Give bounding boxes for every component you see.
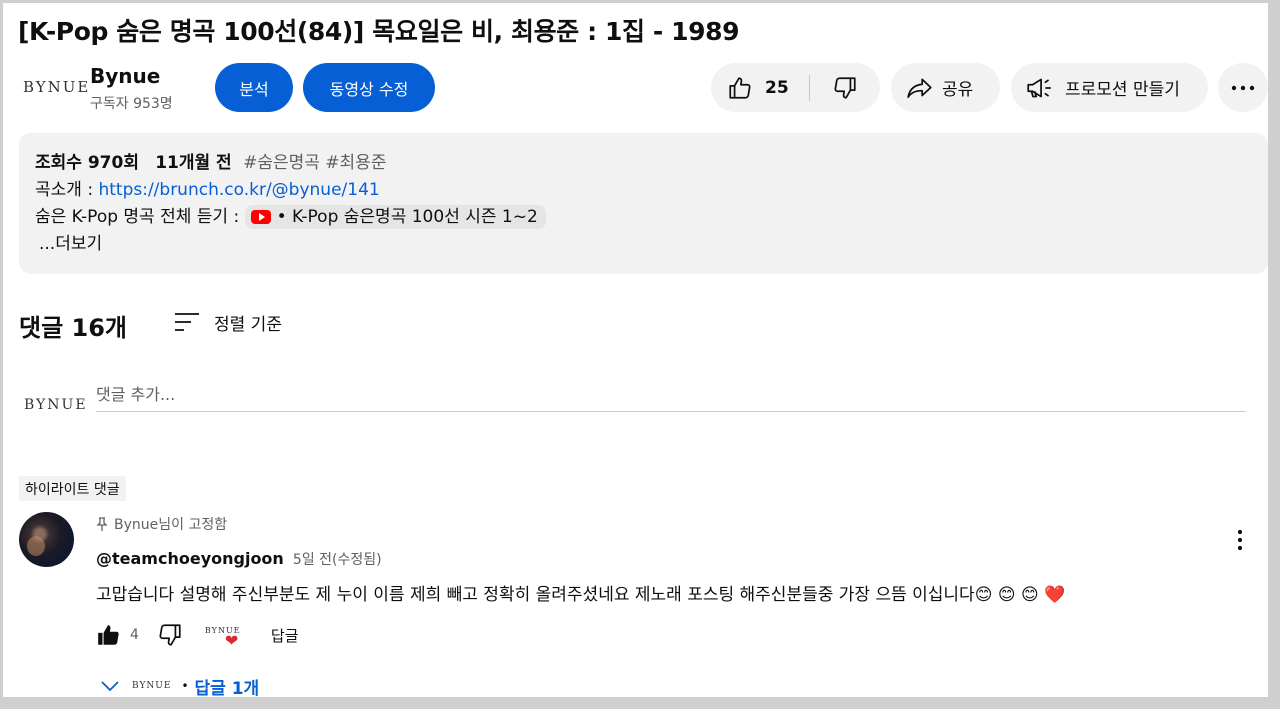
hashtags[interactable]: #숨은명곡 #최용준 xyxy=(243,153,386,173)
like-button[interactable]: 25 xyxy=(711,63,809,112)
separator-dot: • xyxy=(181,679,189,693)
video-title: [K-Pop 숨은 명곡 100선(84)] 목요일은 비, 최용준 : 1집 … xyxy=(18,17,740,46)
comment-author[interactable]: @teamchoeyongjoon xyxy=(96,549,284,568)
channel-name[interactable]: Bynue xyxy=(90,64,160,88)
highlight-comment-badge: 하이라이트 댓글 xyxy=(19,476,126,501)
edit-video-button[interactable]: 동영상 수정 xyxy=(303,63,435,112)
sort-icon xyxy=(175,313,199,331)
upload-age: 11개월 전 xyxy=(155,153,232,173)
reply-button[interactable]: 답글 xyxy=(271,625,299,646)
comment-menu-button[interactable] xyxy=(1226,526,1254,554)
share-button[interactable]: 공유 xyxy=(891,63,1000,112)
user-avatar-logo: BYNUE xyxy=(24,397,88,413)
more-vertical-icon xyxy=(1237,529,1243,551)
description-meta-line: 조회수 970회 11개월 전 #숨은명곡 #최용준 xyxy=(35,150,1268,177)
song-intro-label: 곡소개 : xyxy=(35,180,99,200)
sort-label: 정렬 기준 xyxy=(214,314,282,335)
chevron-down-icon xyxy=(101,681,119,692)
commenter-avatar[interactable] xyxy=(19,512,74,567)
promote-button[interactable]: 프로모션 만들기 xyxy=(1011,63,1208,112)
more-actions-button[interactable] xyxy=(1218,63,1268,112)
comment-text: 고맙습니다 설명해 주신부분도 제 누이 이름 제희 빼고 정확히 올려주셨네요… xyxy=(96,585,1066,605)
promote-label: 프로모션 만들기 xyxy=(1065,80,1180,100)
pinned-indicator: Bynue님이 고정함 xyxy=(96,514,227,534)
view-replies-button[interactable]: BYNUE • 답글 1개 xyxy=(100,672,259,700)
share-icon xyxy=(907,78,932,98)
description-line-playlist: 숨은 K-Pop 명곡 전체 듣기 : • K-Pop 숨은명곡 100선 시즌… xyxy=(35,204,1268,231)
pin-icon xyxy=(96,517,108,531)
sort-button[interactable]: 정렬 기준 xyxy=(174,308,282,336)
youtube-icon xyxy=(250,210,271,224)
pinned-by-label: Bynue님이 고정함 xyxy=(114,517,228,533)
playlist-title: • K-Pop 숨은명곡 100선 시즌 1~2 xyxy=(276,206,538,227)
heart-icon: ❤ xyxy=(224,631,239,650)
replies-count-label: 답글 1개 xyxy=(194,678,260,699)
channel-avatar-logo[interactable]: BYNUE xyxy=(23,78,90,96)
thumbs-down-icon xyxy=(834,76,856,99)
description-line-song: 곡소개 : https://brunch.co.kr/@bynue/141 xyxy=(35,177,1268,204)
description-box[interactable]: 조회수 970회 11개월 전 #숨은명곡 #최용준 곡소개 : https:/… xyxy=(19,133,1268,274)
more-horizontal-icon xyxy=(1231,85,1255,90)
thumbs-down-icon[interactable] xyxy=(157,622,183,648)
add-comment-input[interactable]: 댓글 추가... xyxy=(96,379,1246,412)
megaphone-icon xyxy=(1027,78,1051,97)
comment-header: @teamchoeyongjoon 5일 전(수정됨) xyxy=(96,549,382,569)
comment-like-count: 4 xyxy=(130,627,139,643)
share-label: 공유 xyxy=(942,80,974,100)
view-count: 조회수 970회 xyxy=(35,153,139,173)
thumbs-up-filled-icon[interactable] xyxy=(96,622,122,648)
playlist-intro-label: 숨은 K-Pop 명곡 전체 듣기 : xyxy=(35,207,245,227)
subscriber-count: 구독자 953명 xyxy=(90,96,173,112)
analytics-button[interactable]: 분석 xyxy=(215,63,293,112)
like-count: 25 xyxy=(765,77,789,98)
like-dislike-bar: 25 xyxy=(711,63,880,112)
thumbs-up-icon xyxy=(729,76,751,99)
avatar-photo-highlight xyxy=(27,536,45,556)
comment-time[interactable]: 5일 전(수정됨) xyxy=(293,552,382,568)
comment-actions: 4 BYNUE ❤ 답글 xyxy=(96,620,299,650)
dislike-button[interactable] xyxy=(810,63,880,112)
creator-heart[interactable]: BYNUE ❤ xyxy=(205,621,245,649)
brunch-link[interactable]: https://brunch.co.kr/@bynue/141 xyxy=(98,180,379,200)
playlist-chip[interactable]: • K-Pop 숨은명곡 100선 시즌 1~2 xyxy=(244,205,546,229)
show-more-link[interactable]: ...더보기 xyxy=(39,231,1268,258)
replier-avatar-logo: BYNUE xyxy=(132,681,172,691)
comments-count: 댓글 16개 xyxy=(19,314,127,342)
